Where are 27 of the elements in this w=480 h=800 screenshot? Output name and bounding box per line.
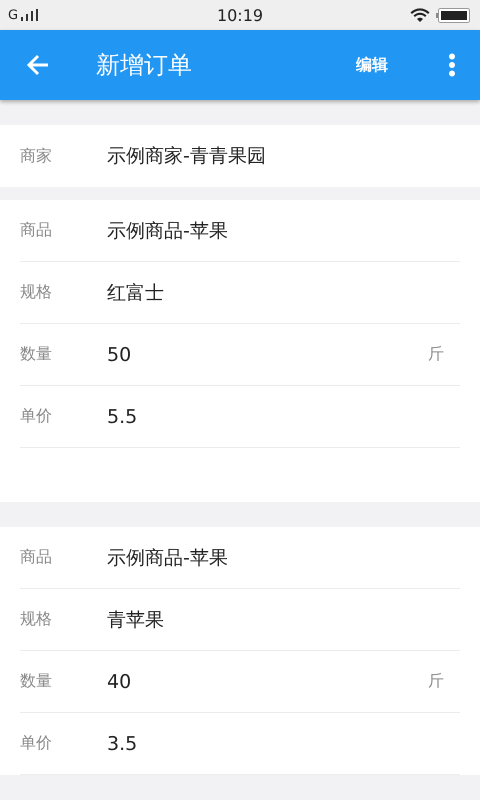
value-field[interactable]: 示例商品-苹果 — [107, 544, 460, 570]
wifi-icon — [410, 8, 430, 22]
more-icon — [448, 53, 456, 77]
field-label: 规格 — [20, 282, 53, 303]
value-field[interactable]: 3.5 — [107, 732, 460, 754]
value-field[interactable]: 红富士 — [107, 280, 460, 306]
field-label: 单价 — [20, 406, 53, 427]
field-label: 数量 — [20, 671, 53, 692]
back-arrow-icon — [26, 54, 50, 76]
field-label: 规格 — [20, 609, 53, 630]
field-label: 商家 — [20, 146, 53, 166]
field-label: 商品 — [20, 547, 53, 568]
unit-label: 斤 — [428, 344, 444, 365]
value-field[interactable]: 示例商家-青青果园 — [107, 143, 460, 169]
value-field[interactable]: 50 — [107, 344, 428, 366]
carrier-label: G — [8, 8, 18, 22]
clock-time: 10:19 — [216, 6, 264, 24]
field-label: 商品 — [20, 220, 53, 241]
unit-label: 斤 — [428, 671, 444, 692]
value-field[interactable]: 40 — [107, 670, 428, 692]
value-field[interactable]: 5.5 — [107, 406, 460, 428]
field-label: 数量 — [20, 344, 53, 365]
page-title: 新增订单 — [96, 50, 193, 81]
value-field[interactable]: 青苹果 — [107, 606, 460, 632]
battery-icon — [436, 8, 470, 22]
value-field[interactable]: 示例商品-苹果 — [107, 218, 460, 244]
field-label: 单价 — [20, 733, 53, 754]
